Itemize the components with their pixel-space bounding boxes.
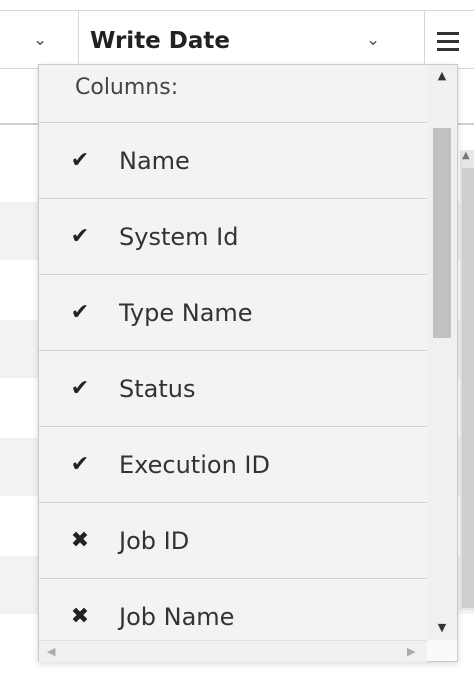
column-toggle-job-id[interactable]: ✖ Job ID	[39, 503, 427, 579]
menu-scrollbar-thumb[interactable]	[433, 128, 451, 338]
column-header-write-date[interactable]: Write Date	[90, 28, 230, 54]
column-toggle-label: Status	[119, 374, 196, 403]
header-cell-divider	[78, 11, 79, 68]
column-chooser-list: Columns: ✔ Name ✔ System Id ✔ Type Name …	[39, 65, 427, 640]
check-icon: ✔	[70, 376, 90, 401]
column-chooser-menu: Columns: ✔ Name ✔ System Id ✔ Type Name …	[38, 64, 458, 662]
check-icon: ✔	[70, 452, 90, 477]
column-toggle-name[interactable]: ✔ Name	[39, 123, 427, 199]
scroll-left-arrow-icon[interactable]: ◀	[47, 645, 55, 658]
column-toggle-label: Type Name	[119, 298, 253, 327]
column-toggle-job-name[interactable]: ✖ Job Name	[39, 579, 427, 640]
column-toggle-label: Name	[119, 146, 190, 175]
menu-horizontal-scrollbar[interactable]: ◀ ▶	[39, 640, 427, 662]
column-toggle-system-id[interactable]: ✔ System Id	[39, 199, 427, 275]
column-chooser-heading: Columns:	[39, 65, 427, 123]
chevron-down-icon[interactable]: ⌄	[33, 30, 47, 50]
column-toggle-type-name[interactable]: ✔ Type Name	[39, 275, 427, 351]
scroll-up-arrow-icon[interactable]: ▲	[462, 150, 470, 161]
scroll-down-arrow-icon[interactable]: ▼	[427, 621, 457, 634]
column-toggle-status[interactable]: ✔ Status	[39, 351, 427, 427]
column-toggle-label: Execution ID	[119, 450, 270, 479]
check-icon: ✔	[70, 300, 90, 325]
grid-scrollbar-thumb[interactable]	[462, 168, 474, 608]
scroll-up-arrow-icon[interactable]: ▲	[427, 69, 457, 82]
column-toggle-execution-id[interactable]: ✔ Execution ID	[39, 427, 427, 503]
column-toggle-label: System Id	[119, 222, 239, 251]
hamburger-menu-icon[interactable]	[433, 26, 463, 56]
cross-icon: ✖	[70, 528, 90, 553]
scroll-right-arrow-icon[interactable]: ▶	[407, 645, 415, 658]
grid-header-top-border	[0, 10, 474, 11]
cross-icon: ✖	[70, 604, 90, 629]
header-cell-divider	[424, 11, 425, 68]
column-toggle-label: Job Name	[119, 602, 235, 631]
check-icon: ✔	[70, 148, 90, 173]
check-icon: ✔	[70, 224, 90, 249]
menu-vertical-scrollbar[interactable]: ▲ ▼	[427, 65, 457, 640]
scrollbar-corner	[427, 640, 457, 661]
chevron-down-icon[interactable]: ⌄	[366, 30, 380, 50]
column-toggle-label: Job ID	[119, 526, 190, 555]
